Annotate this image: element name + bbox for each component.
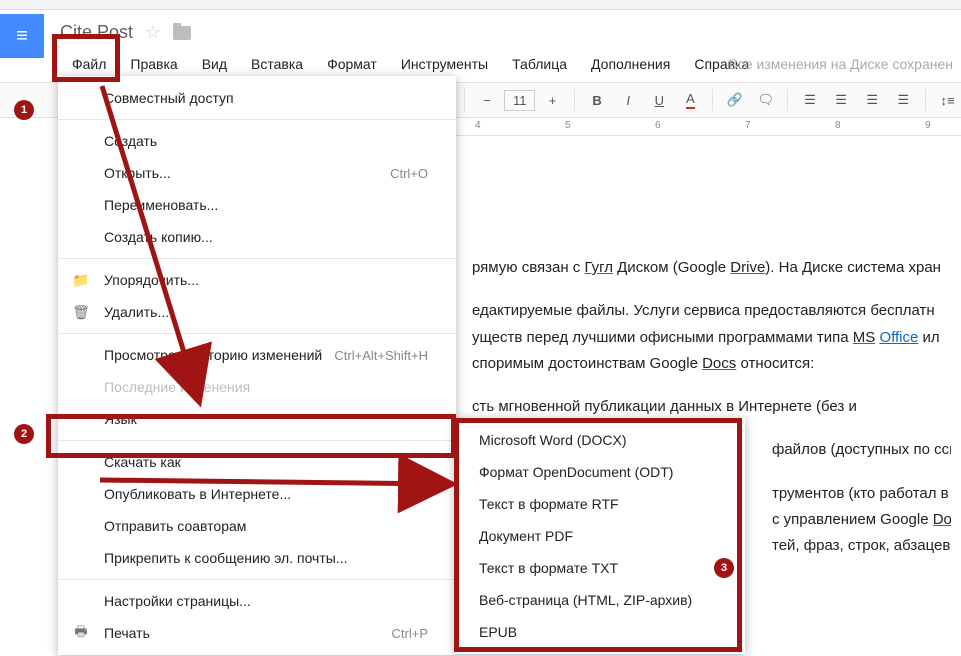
italic-button[interactable]: I: [615, 86, 642, 114]
menu-item-email-collab[interactable]: Отправить соавторам: [58, 510, 456, 542]
sub-item-epub[interactable]: EPUB: [455, 616, 745, 648]
document-title[interactable]: Cite Post: [60, 22, 133, 43]
link-button[interactable]: 🔗: [721, 86, 748, 114]
menu-item-print[interactable]: 🖶ПечатьCtrl+P: [58, 617, 456, 649]
file-menu-dropdown: Совместный доступ Создать Открыть...Ctrl…: [58, 76, 456, 655]
menu-item-share[interactable]: Совместный доступ: [58, 82, 456, 114]
ruler: 4 5 6 7 8 9: [455, 118, 961, 136]
menu-addons[interactable]: Дополнения: [579, 50, 682, 78]
annotation-marker-2: 2: [14, 424, 34, 444]
doc-line: едактируемые файлы. Услуги сервиса предо…: [472, 299, 951, 322]
menu-item-delete[interactable]: 🗑Удалить...: [58, 296, 456, 328]
menu-tools[interactable]: Инструменты: [389, 50, 500, 78]
font-size-dec[interactable]: −: [473, 86, 501, 114]
doc-line: рямую связан с Гугл Диском (Google Drive…: [472, 256, 951, 279]
align-left-button[interactable]: ☰: [796, 86, 823, 114]
url-bar: [102, 0, 951, 12]
menu-item-page-setup[interactable]: Настройки страницы...: [58, 585, 456, 617]
doc-line: споримым достоинствам Google Docs относи…: [472, 352, 951, 375]
doc-line: уществ перед лучшими офисными программам…: [472, 326, 951, 349]
line-spacing-button[interactable]: ↕≡: [934, 86, 961, 114]
folder-icon: 📁: [72, 272, 90, 289]
download-submenu: Microsoft Word (DOCX) Формат OpenDocumen…: [455, 418, 745, 654]
print-icon: 🖶: [72, 621, 90, 645]
sub-item-pdf[interactable]: Документ PDF: [455, 520, 745, 552]
menu-item-organize[interactable]: 📁Упорядочить...: [58, 264, 456, 296]
bold-button[interactable]: B: [583, 86, 610, 114]
menu-item-open[interactable]: Открыть...Ctrl+O: [58, 157, 456, 189]
menu-item-publish[interactable]: Опубликовать в Интернете...: [58, 478, 456, 510]
sub-item-txt[interactable]: Текст в формате TXT: [455, 552, 745, 584]
sub-item-docx[interactable]: Microsoft Word (DOCX): [455, 424, 745, 456]
align-right-button[interactable]: ☰: [859, 86, 886, 114]
font-size-value[interactable]: 11: [504, 90, 536, 111]
trash-icon: 🗑: [72, 304, 90, 321]
docs-icon: ≡: [16, 25, 28, 48]
menu-item-recent: Последние изменения: [58, 371, 456, 403]
menu-insert[interactable]: Вставка: [239, 50, 315, 78]
align-center-button[interactable]: ☰: [827, 86, 854, 114]
annotation-marker-3: 3: [714, 558, 734, 578]
toolbar-sep: [464, 89, 465, 111]
star-icon[interactable]: ☆: [145, 22, 161, 43]
font-size-group: − 11 +: [473, 86, 567, 114]
menu-table[interactable]: Таблица: [500, 50, 579, 78]
sub-item-rtf[interactable]: Текст в формате RTF: [455, 488, 745, 520]
menu-edit[interactable]: Правка: [118, 50, 189, 78]
menu-item-download[interactable]: Скачать как: [58, 446, 456, 478]
menu-view[interactable]: Вид: [190, 50, 239, 78]
sub-item-odt[interactable]: Формат OpenDocument (ODT): [455, 456, 745, 488]
folder-icon[interactable]: [173, 26, 191, 40]
underline-button[interactable]: U: [646, 86, 673, 114]
menu-item-new[interactable]: Создать: [58, 125, 456, 157]
font-size-inc[interactable]: +: [538, 86, 566, 114]
save-status: Все изменения на Диске сохранен: [721, 50, 961, 78]
menu-format[interactable]: Формат: [315, 50, 389, 78]
doc-line: сть мгновенной публикации данных в Интер…: [472, 395, 951, 418]
toolbar-sep: [574, 89, 575, 111]
toolbar-sep: [787, 89, 788, 111]
sub-item-html[interactable]: Веб-страница (HTML, ZIP-архив): [455, 584, 745, 616]
menu-item-email-attach[interactable]: Прикрепить к сообщению эл. почты...: [58, 542, 456, 574]
menu-item-rename[interactable]: Переименовать...: [58, 189, 456, 221]
menu-item-language[interactable]: Язык: [58, 403, 456, 435]
menu-item-history[interactable]: Просмотреть историю измененийCtrl+Alt+Sh…: [58, 339, 456, 371]
menu-item-copy[interactable]: Создать копию...: [58, 221, 456, 253]
align-justify-button[interactable]: ☰: [890, 86, 917, 114]
comment-button[interactable]: 🗨: [752, 86, 779, 114]
annotation-marker-1: 1: [14, 100, 34, 120]
menu-file[interactable]: Файл: [60, 50, 118, 78]
docs-home-button[interactable]: ≡: [0, 14, 44, 58]
menu-bar: Файл Правка Вид Вставка Формат Инструмен…: [60, 50, 761, 78]
text-color-button[interactable]: A: [677, 86, 704, 114]
toolbar-sep: [925, 89, 926, 111]
toolbar-sep: [712, 89, 713, 111]
